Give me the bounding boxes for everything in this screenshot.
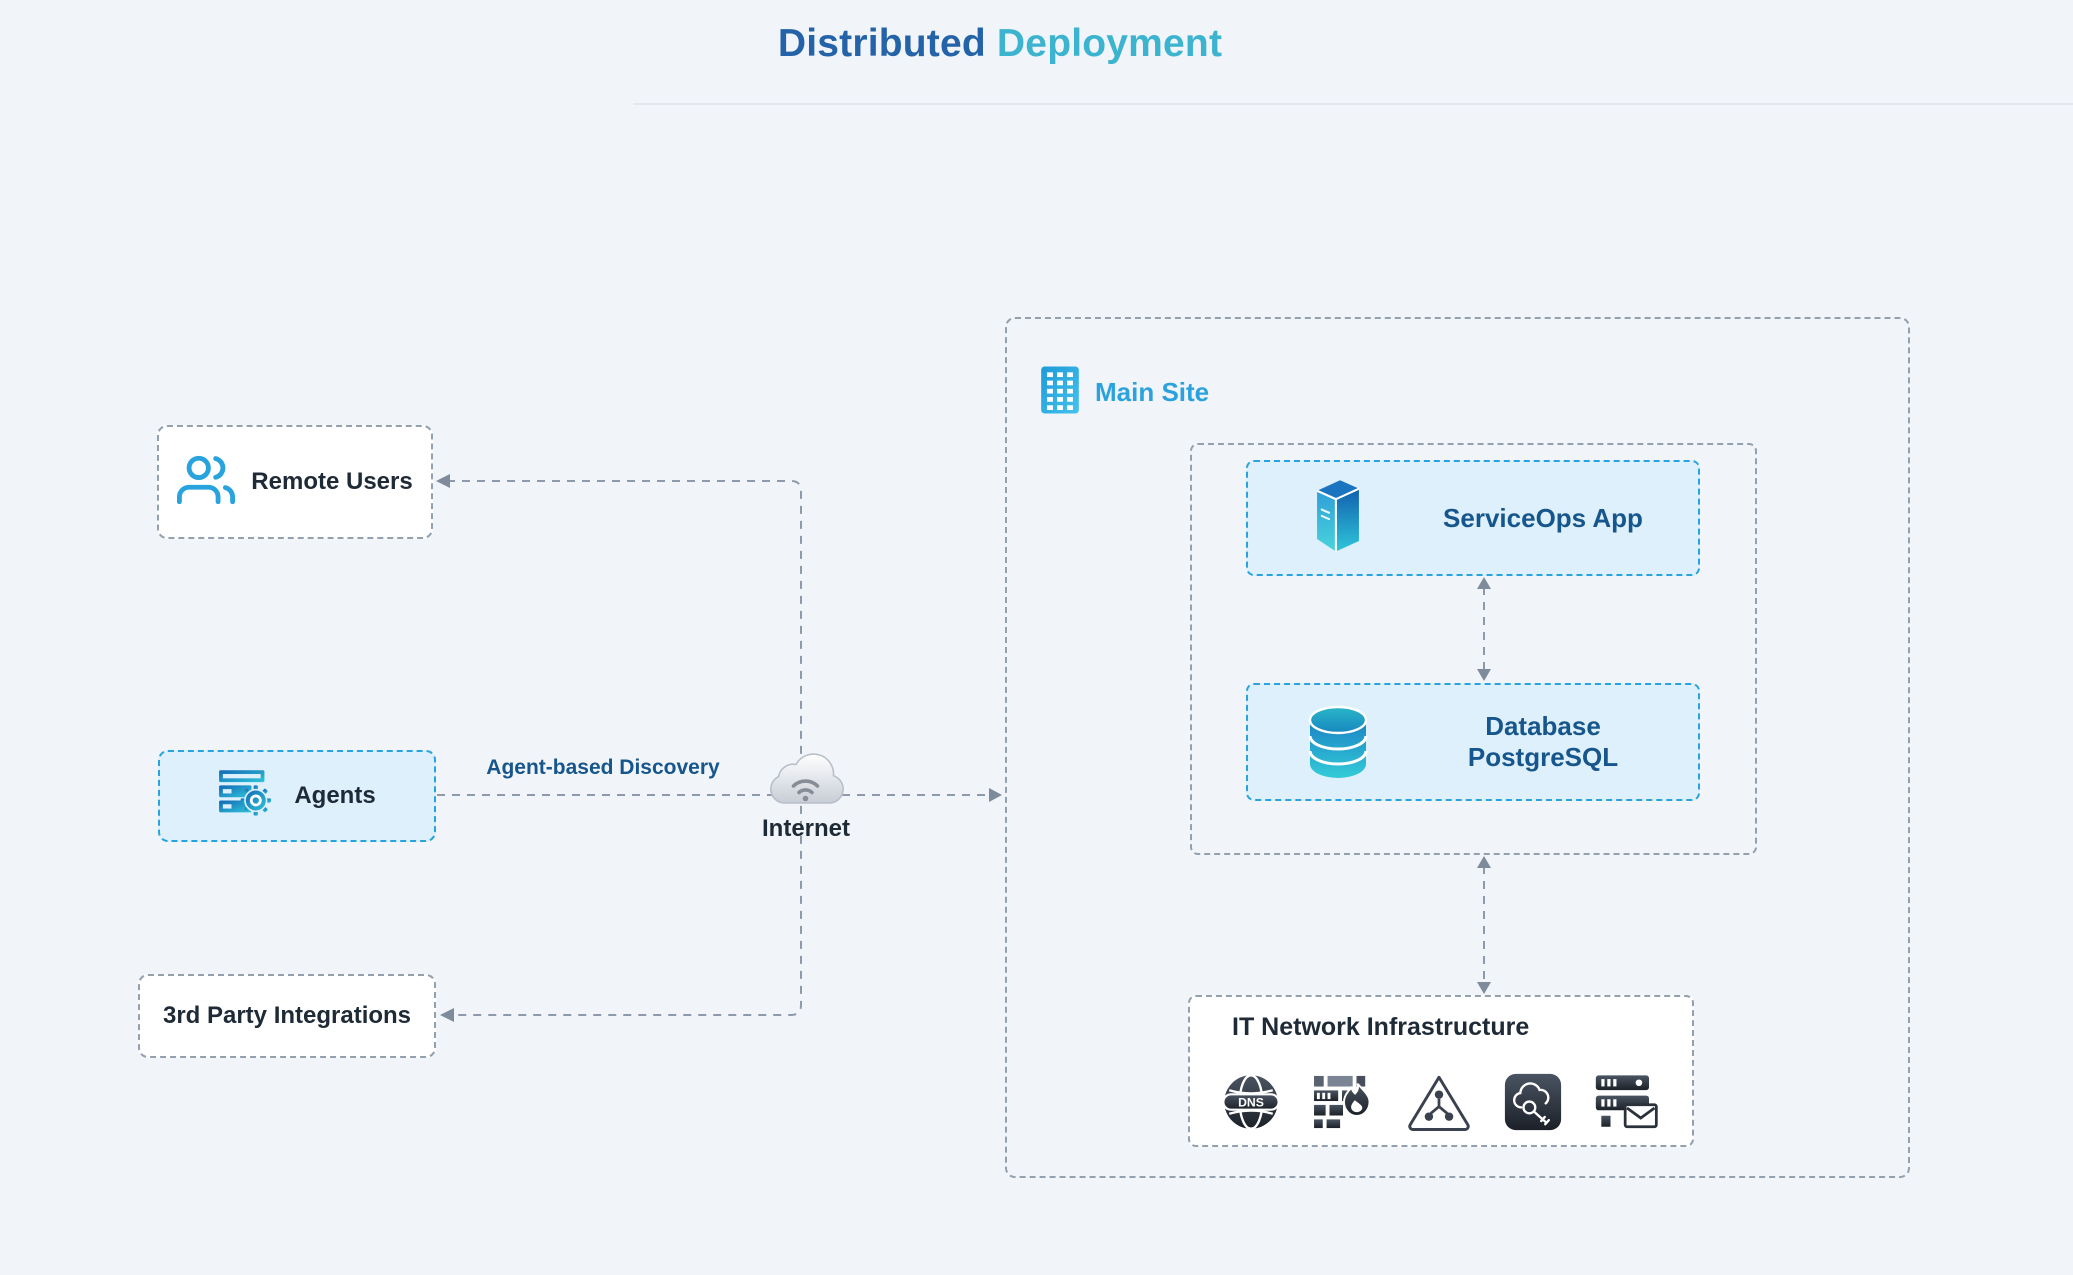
building-icon xyxy=(1040,365,1080,420)
it-infrastructure-label: IT Network Infrastructure xyxy=(1232,1013,1529,1042)
firewall-flame-icon xyxy=(1312,1074,1374,1130)
page-title: Distributed Deployment xyxy=(778,22,1222,66)
third-party-integrations-node: 3rd Party Integrations xyxy=(138,974,436,1058)
it-infrastructure-icons: DNS xyxy=(1206,1069,1676,1135)
cloud-key-icon xyxy=(1504,1073,1562,1131)
arrowhead-into-main-site xyxy=(989,788,1002,802)
serviceops-app-node: ServiceOps App xyxy=(1246,460,1700,576)
third-party-label: 3rd Party Integrations xyxy=(163,1002,411,1030)
dns-globe-icon: DNS xyxy=(1222,1073,1280,1131)
agent-based-discovery-label: Agent-based Discovery xyxy=(486,756,719,780)
main-site-label: Main Site xyxy=(1095,377,1209,408)
agents-node: Agents xyxy=(158,750,436,842)
arrowhead-into-remote-users xyxy=(436,474,450,488)
database-node: Database PostgreSQL xyxy=(1246,683,1700,801)
dns-text: DNS xyxy=(1238,1096,1264,1110)
database-cylinder-icon xyxy=(1248,704,1428,780)
header-divider xyxy=(633,103,2073,105)
database-label: Database PostgreSQL xyxy=(1428,711,1698,773)
main-site-header: Main Site xyxy=(1040,365,1209,420)
remote-users-label: Remote Users xyxy=(251,468,412,496)
users-icon xyxy=(177,451,235,514)
network-warning-triangle-icon xyxy=(1406,1072,1472,1132)
distributed-deployment-diagram: Distributed Deployment Remote Users xyxy=(0,0,2073,1275)
agents-label: Agents xyxy=(294,782,375,810)
arrowhead-into-third-party xyxy=(440,1008,454,1022)
serviceops-app-label: ServiceOps App xyxy=(1428,503,1698,534)
mail-server-icon xyxy=(1594,1073,1660,1131)
cloud-wifi-icon xyxy=(756,742,856,816)
it-infrastructure-box: IT Network Infrastructure DNS xyxy=(1188,995,1694,1147)
server-tower-icon xyxy=(1248,474,1428,562)
page-title-part2: Deployment xyxy=(986,22,1222,65)
server-gear-icon xyxy=(218,769,272,824)
page-title-part1: Distributed xyxy=(778,22,986,65)
remote-thirdparty-internet-line xyxy=(447,481,801,1015)
internet-label: Internet xyxy=(762,815,850,843)
remote-users-node: Remote Users xyxy=(157,425,433,539)
